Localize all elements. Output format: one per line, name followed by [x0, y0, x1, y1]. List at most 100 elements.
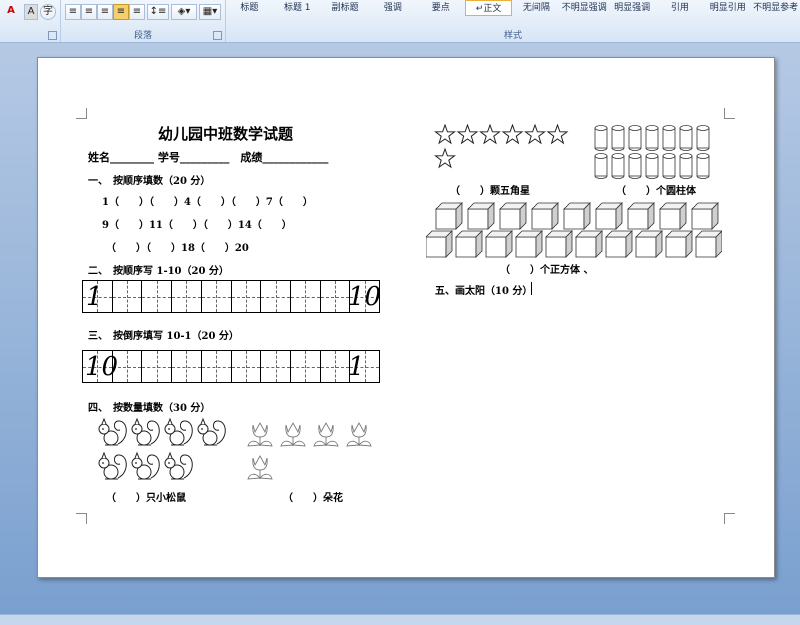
grid-start-number: 1 — [86, 282, 103, 312]
styles-group-label: 样式 — [503, 31, 522, 41]
squirrel-shape — [164, 417, 193, 446]
cylinder-shape — [679, 125, 693, 151]
cube-shape — [575, 230, 603, 258]
border-icon[interactable]: ▦▾ — [199, 4, 221, 20]
q1-row-1: 1（ ）（ ）4（ ）（ ）7（ ） — [102, 197, 313, 208]
cube-shape — [665, 230, 693, 258]
q5-heading: 五、画太阳（10 分） — [435, 286, 533, 297]
star-answer: （ ）颗五角星 — [450, 186, 530, 197]
style-item[interactable]: 强调 — [370, 0, 417, 16]
cylinder-shape — [662, 125, 676, 151]
font-group: A ▾ A 字 — [0, 0, 61, 42]
cylinder-shape — [628, 153, 642, 179]
cube-shape — [691, 202, 719, 230]
cylinder-shape — [696, 153, 710, 179]
student-info-line: 姓名________ 学号_________ 成绩____________ — [88, 151, 329, 164]
style-item[interactable]: 副标题 — [322, 0, 369, 16]
cylinder-shape — [645, 125, 659, 151]
enclose-char-icon[interactable]: 字 — [40, 4, 56, 20]
q3-heading: 三、 按倒序填写 10-1（20 分） — [88, 331, 239, 342]
style-item[interactable]: 要点 — [417, 0, 464, 16]
style-item[interactable]: 明显引用 — [704, 0, 751, 16]
star-shape — [456, 124, 479, 145]
cube-shape — [695, 230, 722, 258]
cylinder-shape — [679, 153, 693, 179]
writing-grid-ascending[interactable] — [82, 280, 380, 313]
writing-grid-descending[interactable] — [82, 350, 380, 383]
flower-picture — [247, 422, 372, 480]
cube-shape — [499, 202, 527, 230]
q1-heading: 一、 按顺序填数（20 分） — [88, 176, 211, 187]
squirrel-picture — [98, 417, 226, 480]
tulip-shape — [247, 455, 273, 480]
distribute-icon[interactable]: ≡ — [129, 4, 145, 20]
dialog-launcher-icon[interactable] — [213, 31, 222, 40]
squirrel-shape — [197, 417, 226, 446]
squirrel-shape — [98, 451, 127, 480]
crop-mark — [76, 108, 87, 119]
cube-answer: （ ）个正方体 、 — [500, 265, 594, 276]
style-item[interactable]: 标题 — [226, 0, 273, 16]
line-spacing-icon[interactable]: ↕≡ — [147, 4, 169, 20]
cube-shape — [605, 230, 633, 258]
style-item[interactable]: 不明显强调 — [561, 0, 608, 16]
paragraph-group: ≡ ≡ ≡ ≡ ≡ ↕≡ ◈▾ ▦▾ 段落 — [61, 0, 226, 42]
cube-shape — [563, 202, 591, 230]
styles-group: 标题 标题 1 副标题 强调 要点 ↵正文 无间隔 不明显强调 明显强调 引用 明显引用 不明显参考 … — [226, 0, 800, 42]
crop-mark — [76, 513, 87, 524]
cube-shape — [545, 230, 573, 258]
crop-mark — [724, 513, 735, 524]
squirrel-shape — [131, 451, 160, 480]
document-page[interactable]: 幼儿园中班数学试题 姓名________ 学号_________ 成绩_____… — [37, 57, 775, 578]
flower-answer: （ ）朵花 — [283, 493, 343, 504]
style-item[interactable]: 标题 1 — [274, 0, 321, 16]
cylinder-shape — [594, 125, 608, 151]
char-shading-icon[interactable]: A — [24, 4, 38, 20]
cube-shape — [627, 202, 655, 230]
cylinder-shape — [611, 125, 625, 151]
style-item[interactable]: ↵正文 — [465, 0, 512, 16]
star-shape — [501, 124, 524, 145]
style-gallery: 标题 标题 1 副标题 强调 要点 ↵正文 无间隔 不明显强调 明显强调 引用 明显引用 不明显参考 — [226, 0, 800, 18]
font-color-icon[interactable]: A — [2, 4, 20, 20]
cylinder-shape — [611, 153, 625, 179]
cube-shape — [467, 202, 495, 230]
document-title: 幼儿园中班数学试题 — [158, 125, 294, 143]
dialog-launcher-icon[interactable] — [48, 31, 57, 40]
style-item[interactable]: 明显强调 — [609, 0, 656, 16]
ribbon: A ▾ A 字 ≡ ≡ ≡ ≡ ≡ ↕≡ ◈▾ ▦▾ 段落 标题标题 1副标题强… — [0, 0, 800, 43]
cube-shape — [635, 230, 663, 258]
cylinder-shape — [696, 125, 710, 151]
align-left-icon[interactable]: ≡ — [65, 4, 81, 20]
style-item[interactable]: 引用 — [657, 0, 704, 16]
squirrel-shape — [98, 417, 127, 446]
q1-row-3: （ ）（ ）18（ ）20 — [106, 243, 249, 254]
tulip-shape — [247, 422, 273, 447]
align-center-icon[interactable]: ≡ — [81, 4, 97, 20]
paragraph-group-label: 段落 — [133, 31, 152, 41]
squirrel-shape — [164, 451, 193, 480]
style-item[interactable]: 不明显参考 — [752, 0, 799, 16]
shading-bucket-icon[interactable]: ◈▾ — [171, 4, 197, 20]
cylinder-picture — [594, 125, 710, 179]
cylinder-shape — [645, 153, 659, 179]
status-bar — [0, 614, 800, 625]
tulip-shape — [313, 422, 339, 447]
grid-start-number: 10 — [85, 352, 119, 382]
style-item[interactable]: 无间隔 — [513, 0, 560, 16]
star-shape — [479, 124, 501, 145]
cube-shape — [435, 202, 463, 230]
cube-picture — [426, 202, 722, 258]
cube-shape — [455, 230, 483, 258]
cube-shape — [531, 202, 559, 230]
cube-shape — [515, 230, 543, 258]
align-right-icon[interactable]: ≡ — [97, 4, 113, 20]
tulip-shape — [280, 422, 306, 447]
cylinder-shape — [628, 125, 642, 151]
q4-heading: 四、 按数量填数（30 分） — [88, 403, 211, 414]
star-shape — [434, 124, 456, 145]
justify-icon[interactable]: ≡ — [113, 4, 129, 20]
cube-shape — [485, 230, 513, 258]
cylinder-shape — [594, 153, 608, 179]
grid-end-number: 10 — [348, 282, 382, 312]
